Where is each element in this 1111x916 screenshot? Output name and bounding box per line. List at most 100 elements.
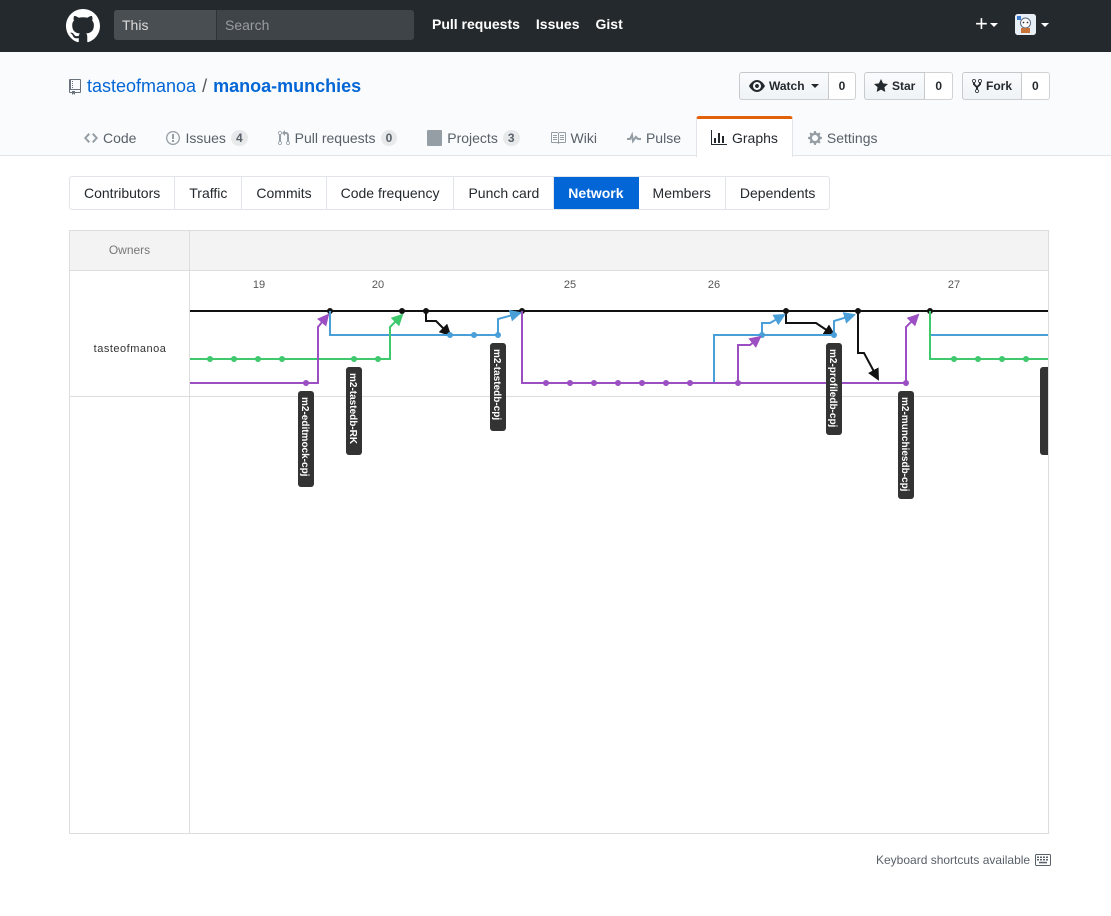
graphs-subnav: Contributors Traffic Commits Code freque… bbox=[69, 176, 831, 210]
gear-icon bbox=[807, 130, 822, 145]
pull-requests-count-badge: 0 bbox=[380, 129, 398, 146]
date-label: 27 bbox=[948, 279, 960, 291]
project-icon bbox=[427, 129, 443, 146]
graph-icon bbox=[710, 130, 727, 145]
subnav-commits[interactable]: Commits bbox=[242, 177, 327, 209]
star-group: Star 0 bbox=[864, 72, 954, 100]
tab-wiki[interactable]: Wiki bbox=[535, 116, 612, 156]
network-graph[interactable]: Owners tasteofmanoa 19 20 25 26 27 m2-ed… bbox=[69, 230, 1049, 834]
tab-settings[interactable]: Settings bbox=[793, 116, 893, 156]
tab-label: Graphs bbox=[731, 130, 778, 146]
github-logo-icon[interactable] bbox=[66, 9, 100, 43]
date-label: 19 bbox=[253, 279, 265, 291]
tab-pulse[interactable]: Pulse bbox=[612, 116, 696, 156]
keyboard-icon bbox=[1035, 854, 1052, 866]
pulse-icon bbox=[626, 131, 641, 144]
network-graph-canvas[interactable]: 19 20 25 26 27 m2-editmock-cpj m2-tasted… bbox=[190, 271, 1048, 833]
issue-opened-icon bbox=[166, 130, 181, 145]
keyboard-shortcuts-text: Keyboard shortcuts available bbox=[876, 853, 1031, 867]
eye-icon bbox=[749, 80, 765, 92]
chevron-down-icon bbox=[1041, 22, 1049, 27]
date-label: 26 bbox=[708, 279, 720, 291]
book-icon bbox=[550, 131, 566, 144]
branch-label-m2-tastedb-rk[interactable]: m2-tastedb-RK bbox=[346, 367, 362, 455]
header-nav: Pull requests Issues Gist bbox=[432, 16, 623, 32]
subnav-code-frequency[interactable]: Code frequency bbox=[327, 177, 455, 209]
chevron-down-icon bbox=[810, 84, 819, 88]
branch-label-text: m2-profiledb-cpj bbox=[827, 349, 838, 428]
fork-icon bbox=[972, 78, 982, 94]
create-new-button[interactable]: + bbox=[975, 12, 998, 36]
watch-group: Watch 0 bbox=[739, 72, 857, 100]
site-header: This repository Pull requests Issues Gis… bbox=[0, 0, 1111, 52]
branch-label-truncated[interactable] bbox=[1040, 367, 1048, 455]
code-icon bbox=[84, 132, 98, 143]
branch-label-text: m2-tastedb-RK bbox=[347, 373, 358, 445]
tab-label: Issues bbox=[185, 129, 226, 146]
owner-name[interactable]: tasteofmanoa bbox=[70, 343, 190, 355]
issues-count-badge: 4 bbox=[230, 129, 248, 146]
watch-button[interactable]: Watch bbox=[739, 72, 829, 100]
tab-label: Projects bbox=[447, 129, 498, 146]
watch-count[interactable]: 0 bbox=[828, 72, 857, 100]
fork-group: Fork 0 bbox=[962, 72, 1050, 100]
owners-column bbox=[70, 271, 190, 833]
tab-label: Wiki bbox=[570, 129, 597, 146]
network-header bbox=[70, 231, 1048, 271]
repo-icon bbox=[69, 78, 81, 95]
branch-label-m2-editmock-cpj[interactable]: m2-editmock-cpj bbox=[298, 391, 314, 487]
search-input[interactable] bbox=[217, 10, 414, 40]
subnav-members[interactable]: Members bbox=[639, 177, 726, 209]
projects-count-badge: 3 bbox=[502, 129, 520, 146]
branch-label-m2-munchiesdb-cpj[interactable]: m2-munchiesdb-cpj bbox=[898, 391, 914, 499]
branch-label-text: m2-munchiesdb-cpj bbox=[899, 397, 910, 492]
star-count[interactable]: 0 bbox=[925, 72, 954, 100]
repo-header: tasteofmanoa / manoa-munchies Watch 0 St… bbox=[0, 52, 1111, 157]
branch-label-text: m2-editmock-cpj bbox=[299, 397, 310, 477]
fork-count[interactable]: 0 bbox=[1022, 72, 1050, 100]
owners-column-header: Owners bbox=[70, 231, 190, 271]
tab-label: Settings bbox=[826, 129, 878, 146]
date-label: 20 bbox=[372, 279, 384, 291]
repo-nav: Code Issues 4 Pull requests 0 Projects 3… bbox=[69, 116, 893, 157]
git-pull-request-icon bbox=[277, 129, 290, 145]
star-label: Star bbox=[892, 79, 916, 93]
tab-graphs[interactable]: Graphs bbox=[695, 116, 793, 157]
repo-name-link[interactable]: manoa-munchies bbox=[213, 76, 361, 97]
fork-button[interactable]: Fork bbox=[962, 72, 1023, 100]
chevron-down-icon bbox=[989, 23, 998, 28]
branch-purple bbox=[190, 311, 920, 384]
subnav-network[interactable]: Network bbox=[554, 177, 639, 209]
header-search: This repository bbox=[114, 10, 414, 40]
repo-path-separator: / bbox=[202, 76, 208, 96]
subnav-punch-card[interactable]: Punch card bbox=[454, 177, 555, 209]
tab-label: Code bbox=[103, 129, 137, 146]
repo-owner-link[interactable]: tasteofmanoa bbox=[87, 76, 196, 97]
subnav-dependents[interactable]: Dependents bbox=[726, 177, 830, 209]
plus-icon: + bbox=[975, 11, 988, 36]
subnav-contributors[interactable]: Contributors bbox=[70, 177, 176, 209]
user-menu-button[interactable] bbox=[1015, 14, 1049, 35]
nav-pull-requests[interactable]: Pull requests bbox=[432, 16, 520, 32]
tab-pull-requests[interactable]: Pull requests 0 bbox=[263, 116, 413, 156]
star-icon bbox=[874, 79, 888, 92]
tab-projects[interactable]: Projects 3 bbox=[412, 116, 534, 156]
search-scope-badge: This repository bbox=[114, 10, 217, 40]
watch-label: Watch bbox=[769, 79, 805, 93]
branch-label-m2-profiledb-cpj[interactable]: m2-profiledb-cpj bbox=[826, 343, 842, 435]
tab-label: Pull requests bbox=[294, 129, 376, 146]
subnav-traffic[interactable]: Traffic bbox=[175, 177, 243, 209]
tab-code[interactable]: Code bbox=[69, 116, 151, 156]
avatar bbox=[1015, 14, 1036, 35]
date-label: 25 bbox=[564, 279, 576, 291]
nav-gist[interactable]: Gist bbox=[596, 16, 623, 32]
repo-title: tasteofmanoa / manoa-munchies bbox=[69, 76, 361, 97]
keyboard-shortcuts-note[interactable]: Keyboard shortcuts available bbox=[876, 853, 1052, 867]
tab-label: Pulse bbox=[645, 129, 681, 146]
star-button[interactable]: Star bbox=[864, 72, 926, 100]
branch-label-text: m2-tastedb-cpj bbox=[491, 349, 502, 420]
tab-issues[interactable]: Issues 4 bbox=[151, 116, 262, 156]
fork-label: Fork bbox=[986, 79, 1013, 93]
branch-label-m2-tastedb-cpj[interactable]: m2-tastedb-cpj bbox=[490, 343, 506, 431]
nav-issues[interactable]: Issues bbox=[536, 16, 580, 32]
